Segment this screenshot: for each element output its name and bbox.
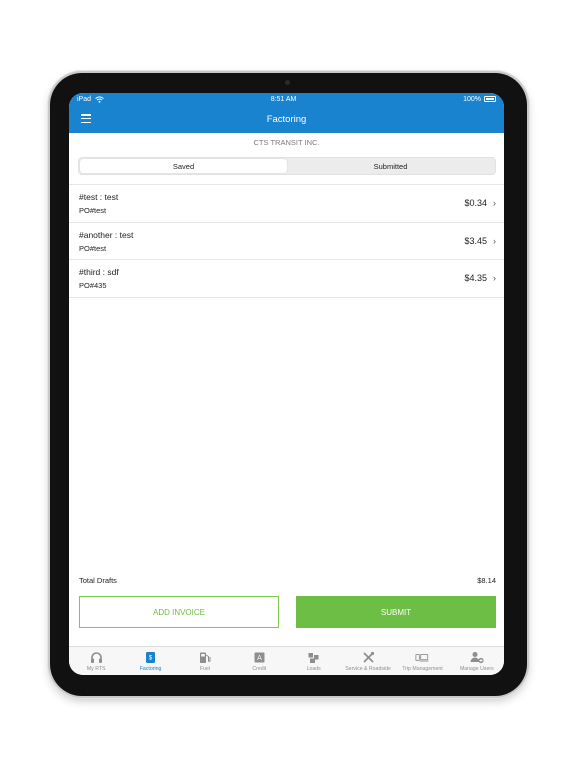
- total-drafts-value: $8.14: [477, 576, 496, 585]
- wifi-icon: [95, 95, 104, 103]
- carrier-label: iPad: [77, 95, 92, 103]
- invoice-amount: $0.34: [464, 198, 487, 208]
- loads-icon: [307, 650, 321, 664]
- trip-icon: [415, 650, 429, 664]
- chevron-right-icon: ›: [493, 273, 496, 283]
- invoice-po: PO#test: [79, 243, 107, 253]
- tab-label: Fuel: [199, 666, 210, 672]
- status-bar: iPad 8:51 AM 100%: [69, 93, 504, 105]
- invoice-title: #third : sdf: [79, 267, 119, 277]
- fuel-pump-icon: [198, 650, 212, 664]
- nav-bar: Factoring: [69, 105, 504, 133]
- add-user-icon: [470, 650, 484, 664]
- company-name: CTS TRANSIT INC.: [253, 138, 320, 147]
- saved-submitted-segment: Saved Submitted: [78, 157, 496, 175]
- invoice-title: #another : test: [79, 229, 134, 240]
- menu-icon[interactable]: [81, 114, 91, 124]
- tab-label: Trip Management: [402, 666, 443, 672]
- tab-trip-management[interactable]: Trip Management: [395, 647, 449, 675]
- invoice-list: #test : test PO#test $0.34 › #another : …: [69, 184, 504, 298]
- tools-icon: [361, 650, 375, 664]
- factoring-icon: $: [144, 650, 158, 664]
- app-screen: iPad 8:51 AM 100% Factoring CTS TRANSIT …: [69, 93, 504, 675]
- tab-manage-users[interactable]: Manage Users: [450, 647, 504, 675]
- invoice-amount: $3.45: [464, 235, 487, 246]
- invoice-amount: $4.35: [464, 273, 487, 283]
- tab-credit[interactable]: A Credit: [232, 647, 286, 675]
- segment-submitted[interactable]: Submitted: [287, 159, 494, 173]
- submit-button[interactable]: SUBMIT: [296, 596, 496, 628]
- chevron-right-icon: ›: [493, 235, 496, 246]
- headset-icon: [89, 650, 103, 664]
- svg-text:A: A: [257, 655, 262, 662]
- invoice-po: PO#test: [79, 206, 107, 215]
- tab-fuel[interactable]: Fuel: [178, 647, 232, 675]
- total-drafts-label: Total Drafts: [79, 576, 117, 585]
- segment-saved[interactable]: Saved: [80, 159, 287, 173]
- tab-label: Credit: [252, 666, 267, 672]
- tab-label: Loads: [306, 666, 321, 672]
- tab-bar: My RTS $ Factoring Fuel A Credit Loads S…: [69, 646, 504, 675]
- tab-my-rts[interactable]: My RTS: [69, 647, 123, 675]
- add-invoice-button[interactable]: ADD INVOICE: [79, 596, 279, 628]
- battery-icon: [483, 96, 496, 102]
- tab-loads[interactable]: Loads: [287, 647, 341, 675]
- chevron-right-icon: ›: [493, 198, 496, 208]
- camera: [285, 80, 290, 85]
- credit-icon: A: [252, 650, 266, 664]
- status-time: 8:51 AM: [270, 95, 297, 103]
- invoice-po: PO#435: [79, 281, 107, 290]
- tab-label: My RTS: [86, 666, 106, 672]
- tab-label: Manage Users: [459, 666, 494, 672]
- tab-label: Factoring: [139, 666, 162, 672]
- tab-factoring[interactable]: $ Factoring: [123, 647, 177, 675]
- tab-label: Service & Roadside: [345, 666, 391, 672]
- battery-percent: 100%: [463, 95, 481, 103]
- invoice-title: #test : test: [79, 192, 119, 202]
- totals-row: Total Drafts $8.14: [69, 576, 504, 585]
- tab-service-roadside[interactable]: Service & Roadside: [341, 647, 395, 675]
- invoice-row[interactable]: #another : test PO#test $3.45 ›: [69, 223, 504, 260]
- invoice-row[interactable]: #test : test PO#test $0.34 ›: [69, 185, 504, 223]
- page-title: Factoring: [266, 113, 307, 125]
- invoice-row[interactable]: #third : sdf PO#435 $4.35 ›: [69, 260, 504, 298]
